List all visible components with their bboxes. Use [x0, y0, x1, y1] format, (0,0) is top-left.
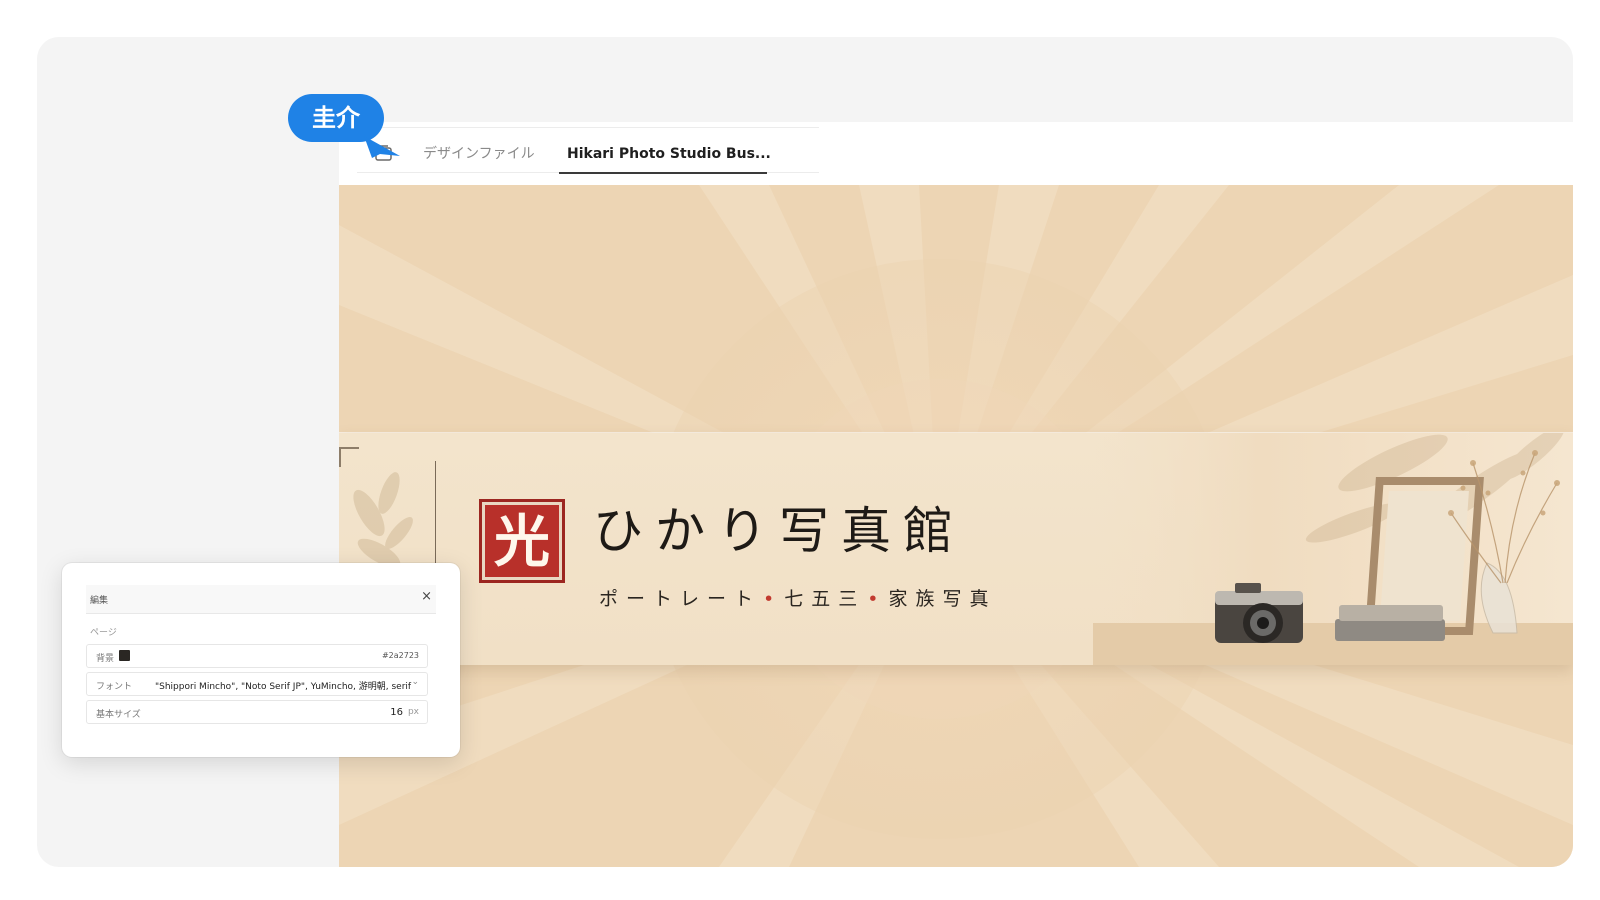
tagline-separator: •	[763, 588, 775, 610]
background-label: 背景	[96, 654, 115, 664]
tagline-family-photo: 家族写真	[888, 588, 997, 610]
logo-seal: 光	[479, 499, 565, 583]
design-canvas[interactable]: 光 ひかり写真館 ポートレート • 七五三 • 家族写真	[339, 185, 1573, 867]
base-size-unit: px	[407, 707, 419, 717]
tagline: ポートレート • 七五三 • 家族写真	[599, 585, 996, 613]
chevron-down-icon[interactable]: ⌄	[411, 677, 419, 687]
tagline-portrait: ポートレート	[599, 588, 762, 610]
edit-panel-title: 編集	[90, 596, 109, 606]
logo-mark: 光	[494, 509, 550, 575]
tab-bar: デザインファイル Hikari Photo Studio Bus...	[339, 122, 1573, 186]
font-label: フォント	[96, 682, 133, 692]
editor-window: デザインファイル Hikari Photo Studio Bus... 光 ひか…	[339, 122, 1573, 867]
tab-design-files[interactable]: デザインファイル	[423, 136, 535, 172]
base-size-value[interactable]: 16	[390, 707, 403, 718]
studio-props-illustration	[1093, 433, 1573, 665]
tagline-shichigosan: 七五三	[784, 588, 866, 610]
tab-strip-top-line	[357, 127, 819, 128]
font-value: "Shippori Mincho", "Noto Serif JP", YuMi…	[155, 682, 412, 692]
background-hex-value: #2a2723	[381, 651, 419, 660]
divider-line	[435, 461, 436, 569]
tab-hikari-photo-studio[interactable]: Hikari Photo Studio Bus...	[567, 136, 771, 172]
color-swatch[interactable]	[119, 650, 130, 661]
edit-panel: 編集 × ページ 背景 #2a2723 フォント "Shippori Minch…	[62, 563, 460, 757]
brand-name: ひかり写真館	[593, 502, 965, 560]
background-color-field[interactable]: 背景 #2a2723	[86, 644, 428, 668]
cursor-arrow-icon	[364, 136, 400, 158]
font-select[interactable]: フォント "Shippori Mincho", "Noto Serif JP",…	[86, 672, 428, 696]
edit-panel-header: 編集 ×	[86, 585, 436, 614]
section-label-page: ページ	[90, 628, 117, 638]
selection-corner-mark	[339, 447, 359, 467]
close-icon[interactable]: ×	[421, 589, 432, 604]
tagline-separator: •	[867, 588, 879, 610]
base-size-label: 基本サイズ	[96, 710, 141, 720]
active-tab-indicator	[559, 172, 767, 174]
base-size-field[interactable]: 基本サイズ 16 px	[86, 700, 428, 724]
business-banner[interactable]: 光 ひかり写真館 ポートレート • 七五三 • 家族写真	[339, 433, 1573, 665]
